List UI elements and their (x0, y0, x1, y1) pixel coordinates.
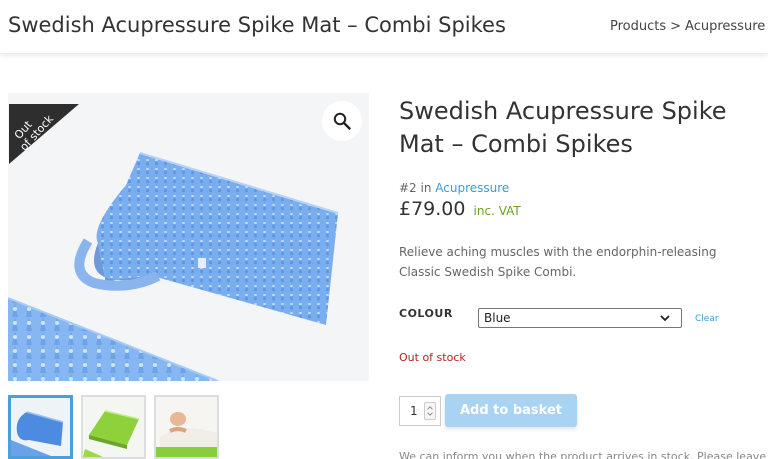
site-header: Swedish Acupressure Spike Mat – Combi Sp… (0, 0, 768, 54)
breadcrumb-products[interactable]: Products (610, 19, 666, 34)
breadcrumb-acupressure[interactable]: Acupressure (685, 19, 765, 34)
chevron-down-icon (660, 315, 670, 322)
colour-selected-value: Blue (484, 311, 511, 325)
clear-selection-link[interactable]: Clear (695, 314, 719, 324)
thumbnail-person-on-mat[interactable] (154, 395, 219, 459)
magnifier-icon (333, 112, 351, 130)
zoom-button[interactable] (322, 101, 362, 141)
person-on-mat-thumbnail-image (156, 397, 217, 457)
green-mat-thumbnail-image (83, 397, 144, 457)
colour-select[interactable]: Blue (478, 308, 682, 328)
colour-label: COLOUR (399, 307, 453, 320)
thumbnail-strip (8, 395, 219, 459)
stock-status: Out of stock (399, 351, 466, 364)
product-title: Swedish Acupressure Spike Mat – Combi Sp… (399, 97, 727, 158)
product-short-description: Relieve aching muscles with the endorphi… (399, 245, 717, 279)
vat-label: inc. VAT (473, 204, 521, 218)
site-title: Swedish Acupressure Spike Mat – Combi Sp… (8, 13, 506, 37)
rank-prefix: #2 in (399, 181, 432, 195)
breadcrumb: Products>Acupressure>Sw (610, 19, 768, 34)
quantity-value: 1 (410, 404, 418, 418)
thumbnail-green-mat[interactable] (81, 395, 146, 459)
add-to-basket-button[interactable]: Add to basket (445, 394, 577, 427)
price-amount: £79.00 (399, 198, 466, 220)
category-rank: #2 in Acupressure (399, 181, 509, 195)
price: £79.00 inc. VAT (399, 198, 521, 220)
out-of-stock-badge: Out of stock (9, 104, 79, 164)
thumbnail-blue-mat[interactable] (8, 395, 73, 459)
blue-mat-thumbnail-image (11, 398, 70, 456)
quantity-input[interactable]: 1 (399, 396, 441, 426)
rank-category-link[interactable]: Acupressure (435, 181, 509, 195)
quantity-stepper[interactable] (424, 402, 436, 420)
breadcrumb-separator: > (670, 19, 682, 34)
stock-notification-text: We can inform you when the product arriv… (399, 450, 767, 459)
